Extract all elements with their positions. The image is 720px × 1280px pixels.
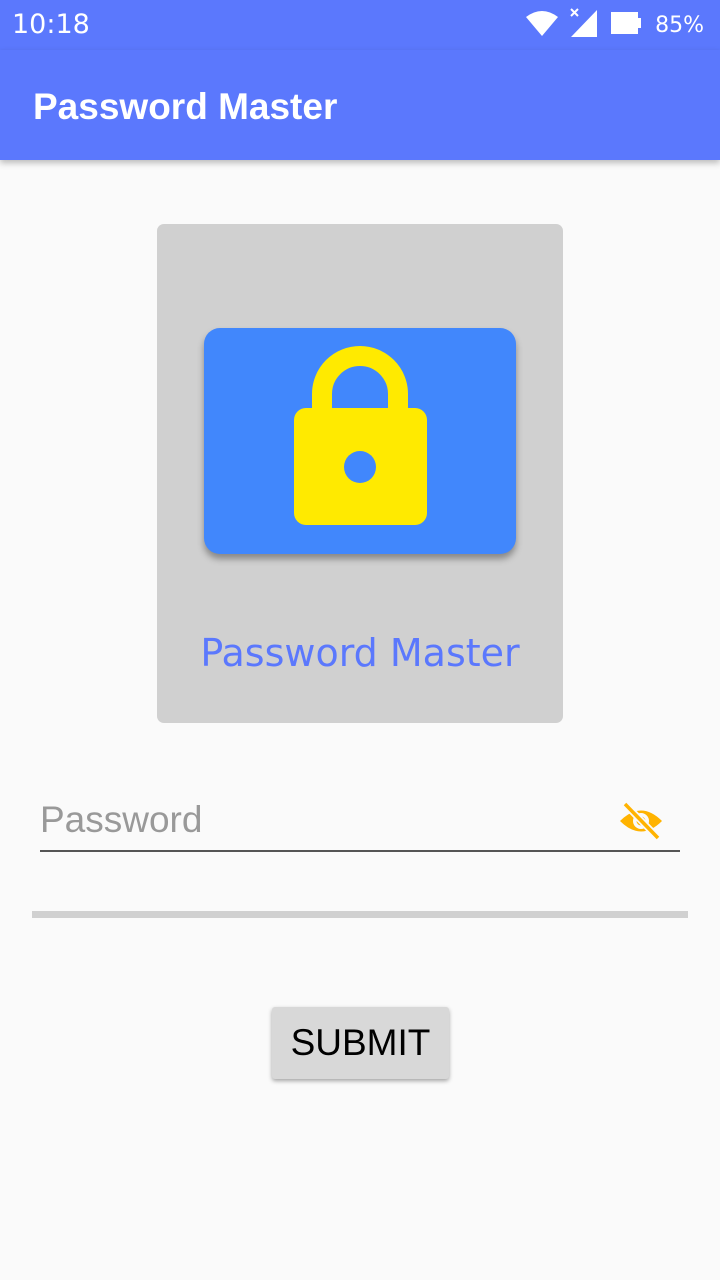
status-time: 10:18 [12, 9, 90, 40]
lock-tile [204, 328, 516, 554]
submit-button[interactable]: SUBMIT [272, 1007, 449, 1079]
password-field [40, 790, 680, 852]
status-bar: 10:18 85% [0, 0, 720, 50]
lock-icon [294, 346, 427, 525]
app-title: Password Master [33, 86, 338, 127]
wifi-icon [525, 9, 559, 41]
eye-off-icon[interactable] [618, 798, 664, 844]
divider-bar [32, 911, 688, 918]
logo-caption: Password Master [200, 631, 520, 675]
battery-icon [609, 10, 643, 40]
status-icons: 85% [525, 8, 704, 42]
password-input[interactable] [40, 790, 600, 850]
cell-signal-icon [569, 8, 599, 42]
app-bar: Password Master [0, 50, 720, 160]
battery-percent: 85% [655, 12, 704, 38]
logo-card: Password Master [157, 224, 563, 723]
